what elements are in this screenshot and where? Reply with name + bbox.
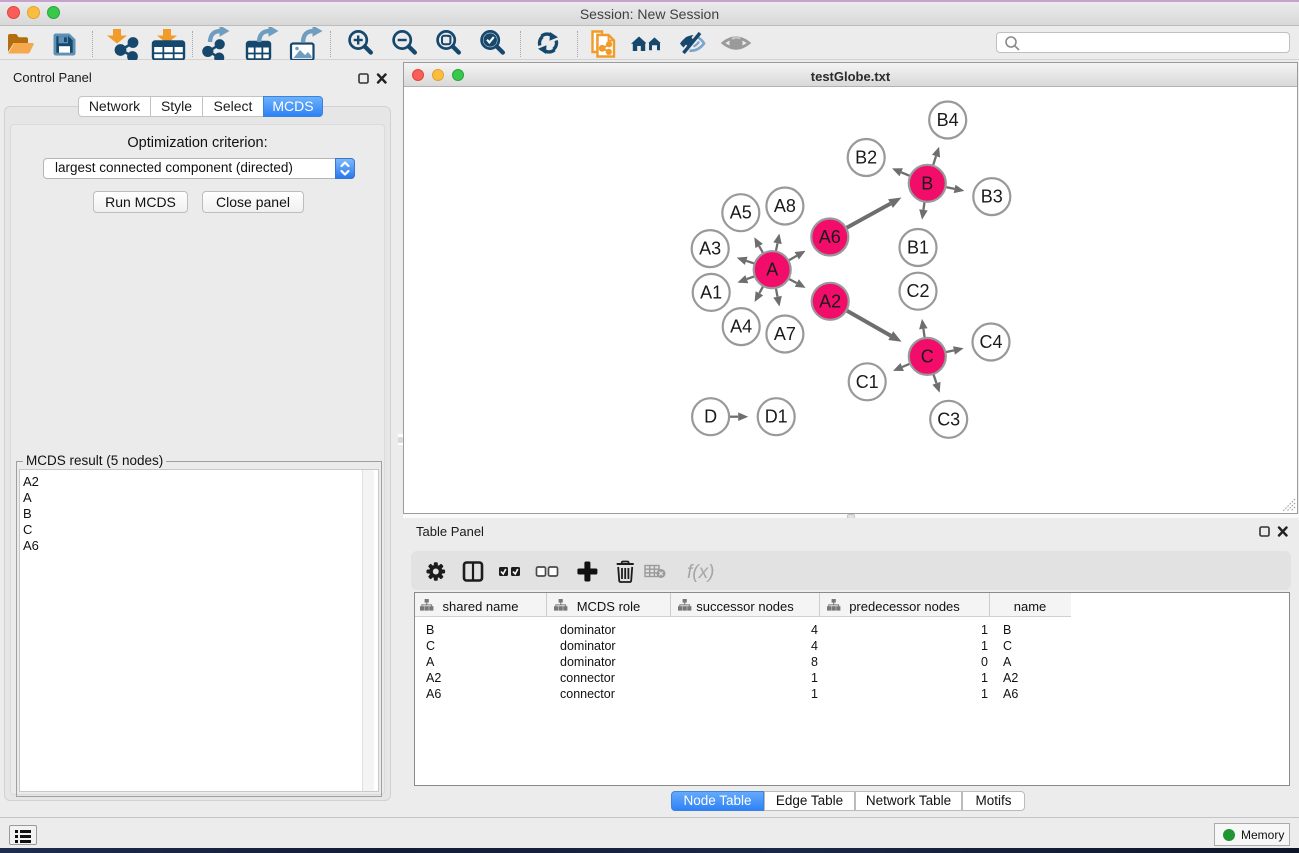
svg-text:A5: A5 [730, 203, 752, 223]
svg-text:A3: A3 [699, 239, 721, 259]
svg-text:A7: A7 [774, 324, 796, 344]
svg-text:B3: B3 [981, 187, 1003, 207]
svg-text:C4: C4 [979, 332, 1002, 352]
svg-text:C3: C3 [937, 409, 960, 429]
svg-text:C2: C2 [906, 281, 929, 301]
svg-text:f(x): f(x) [687, 562, 714, 583]
svg-text:B2: B2 [855, 148, 877, 168]
svg-text:A1: A1 [700, 282, 722, 302]
svg-text:C: C [921, 346, 934, 366]
svg-text:A8: A8 [774, 196, 796, 216]
svg-text:A: A [766, 260, 778, 280]
svg-text:A2: A2 [819, 291, 841, 311]
svg-text:D: D [704, 407, 717, 427]
svg-text:D1: D1 [765, 407, 788, 427]
svg-text:B1: B1 [907, 238, 929, 258]
svg-text:A4: A4 [730, 317, 752, 337]
svg-text:B: B [921, 173, 933, 193]
svg-text:B4: B4 [937, 110, 959, 130]
svg-text:C1: C1 [856, 372, 879, 392]
svg-text:A6: A6 [819, 227, 841, 247]
